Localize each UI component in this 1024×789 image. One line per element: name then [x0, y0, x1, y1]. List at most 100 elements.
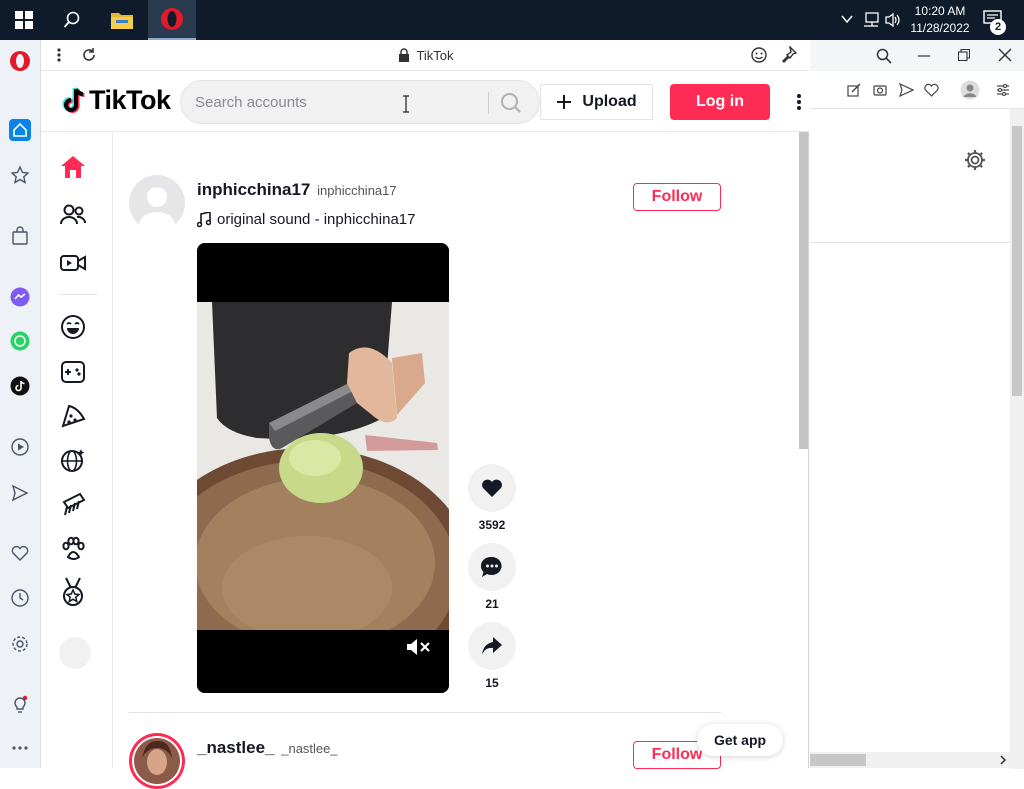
- emoji-icon[interactable]: [751, 47, 767, 63]
- music-note-icon: [197, 211, 211, 227]
- post-username[interactable]: inphicchina17 inphicchina17: [197, 180, 397, 200]
- heart-icon[interactable]: [924, 83, 939, 97]
- follow-button[interactable]: Follow: [633, 183, 721, 211]
- clock-date: 11/28/2022: [910, 21, 970, 35]
- player-icon[interactable]: [8, 435, 32, 459]
- search-icon[interactable]: [497, 89, 525, 117]
- tiktok-icon[interactable]: [8, 374, 32, 398]
- like-count: 3592: [478, 518, 506, 532]
- text-cursor-icon: [402, 95, 410, 113]
- mute-icon[interactable]: [405, 638, 431, 656]
- share-icon: [482, 637, 502, 655]
- windows-taskbar: 10:20 AM 11/28/2022 2: [0, 0, 1024, 40]
- whatsapp-icon[interactable]: [8, 329, 32, 353]
- profile-icon[interactable]: [960, 80, 980, 100]
- gear-icon[interactable]: [964, 149, 986, 171]
- search-box: [180, 80, 540, 124]
- messenger-icon[interactable]: [8, 285, 32, 309]
- tiktok-nav: [41, 132, 113, 768]
- post-username[interactable]: _nastlee_ _nastlee_: [197, 738, 338, 758]
- panel-divider: [810, 242, 1010, 243]
- settings-icon[interactable]: [8, 632, 32, 656]
- home-icon[interactable]: [8, 118, 32, 142]
- send-icon[interactable]: [899, 83, 914, 97]
- tiktok-logo[interactable]: TikTok: [61, 85, 171, 116]
- search-icon[interactable]: [48, 0, 96, 40]
- camera-icon[interactable]: [873, 83, 887, 97]
- search-input[interactable]: [195, 81, 485, 123]
- plus-icon: [557, 95, 572, 109]
- tiktok-logo-icon: [62, 86, 85, 113]
- home-icon[interactable]: [59, 153, 87, 181]
- clock-time: 10:20 AM: [914, 4, 966, 18]
- username-text: inphicchina17: [197, 180, 311, 199]
- more-options-icon[interactable]: [791, 88, 807, 116]
- tiktok-logo-text: TikTok: [89, 85, 171, 115]
- easy-setup-icon[interactable]: [996, 83, 1010, 97]
- video-player[interactable]: [197, 243, 449, 693]
- chevron-up-icon[interactable]: [840, 12, 854, 26]
- following-icon[interactable]: [59, 201, 87, 229]
- browser-background-panel: [810, 40, 1024, 769]
- notification-badge: 2: [990, 19, 1006, 35]
- minimize-icon[interactable]: [918, 54, 930, 58]
- share-count: 15: [485, 676, 499, 690]
- comment-count: 21: [485, 597, 499, 611]
- comment-icon: [481, 556, 502, 577]
- history-icon[interactable]: [8, 586, 32, 610]
- popup-scrollbar[interactable]: [799, 132, 808, 449]
- popup-title: TikTok: [41, 48, 809, 63]
- opera-sidebar: [0, 40, 41, 768]
- gaming-icon[interactable]: [59, 358, 87, 386]
- feed-divider: [129, 712, 721, 713]
- windows-start-icon[interactable]: [0, 0, 48, 40]
- share-button[interactable]: [468, 622, 516, 670]
- search-icon[interactable]: [876, 48, 892, 64]
- vertical-scrollbar-thumb[interactable]: [1012, 126, 1022, 396]
- avatar[interactable]: [129, 733, 185, 789]
- beauty-icon[interactable]: [59, 491, 87, 519]
- live-icon[interactable]: [59, 249, 87, 277]
- network-icon[interactable]: [862, 12, 880, 28]
- avatar[interactable]: [129, 175, 185, 231]
- upload-button[interactable]: Upload: [540, 84, 653, 120]
- browser-toolbar: [810, 71, 1024, 109]
- volume-icon[interactable]: [884, 12, 902, 28]
- video-frame: [197, 243, 449, 693]
- tiktok-popup-window: TikTok TikTok Search accounts Upload Log…: [41, 40, 809, 789]
- animals-icon[interactable]: [59, 535, 87, 563]
- tiktok-header: TikTok Upload Log in: [41, 71, 809, 132]
- snapshot-edit-icon[interactable]: [847, 83, 861, 97]
- lightbulb-icon[interactable]: [8, 692, 32, 716]
- heart-icon[interactable]: [8, 541, 32, 565]
- username-text: _nastlee_: [197, 738, 275, 757]
- comment-button[interactable]: [468, 543, 516, 591]
- file-explorer-icon[interactable]: [98, 0, 146, 40]
- like-button[interactable]: [468, 464, 516, 512]
- food-icon[interactable]: [59, 402, 87, 430]
- shopping-bag-icon[interactable]: [8, 224, 32, 248]
- dance-icon[interactable]: [59, 446, 87, 474]
- post-sound[interactable]: original sound - inphicchina17: [197, 211, 415, 228]
- upload-label: Upload: [582, 93, 637, 110]
- nav-divider: [59, 294, 97, 295]
- login-button[interactable]: Log in: [670, 84, 770, 120]
- restore-icon[interactable]: [958, 49, 970, 61]
- nav-extra-circle[interactable]: [59, 637, 91, 669]
- more-icon[interactable]: [8, 736, 32, 760]
- horizontal-scrollbar-thumb[interactable]: [810, 754, 866, 766]
- scroll-right-arrow-icon[interactable]: [998, 755, 1008, 765]
- opera-icon[interactable]: [148, 0, 196, 40]
- pin-icon[interactable]: [781, 46, 797, 64]
- comedy-icon[interactable]: [59, 313, 87, 341]
- popup-title-bar: TikTok: [41, 40, 809, 71]
- opera-logo-icon[interactable]: [8, 49, 32, 73]
- get-app-button[interactable]: Get app: [697, 724, 783, 756]
- send-icon[interactable]: [8, 481, 32, 505]
- popup-title-text: TikTok: [416, 48, 454, 63]
- system-clock[interactable]: 10:20 AM 11/28/2022: [906, 3, 974, 37]
- bookmarks-star-icon[interactable]: [8, 163, 32, 187]
- close-icon[interactable]: [998, 48, 1012, 62]
- sports-icon[interactable]: [59, 577, 87, 606]
- post-handle: _nastlee_: [281, 741, 338, 756]
